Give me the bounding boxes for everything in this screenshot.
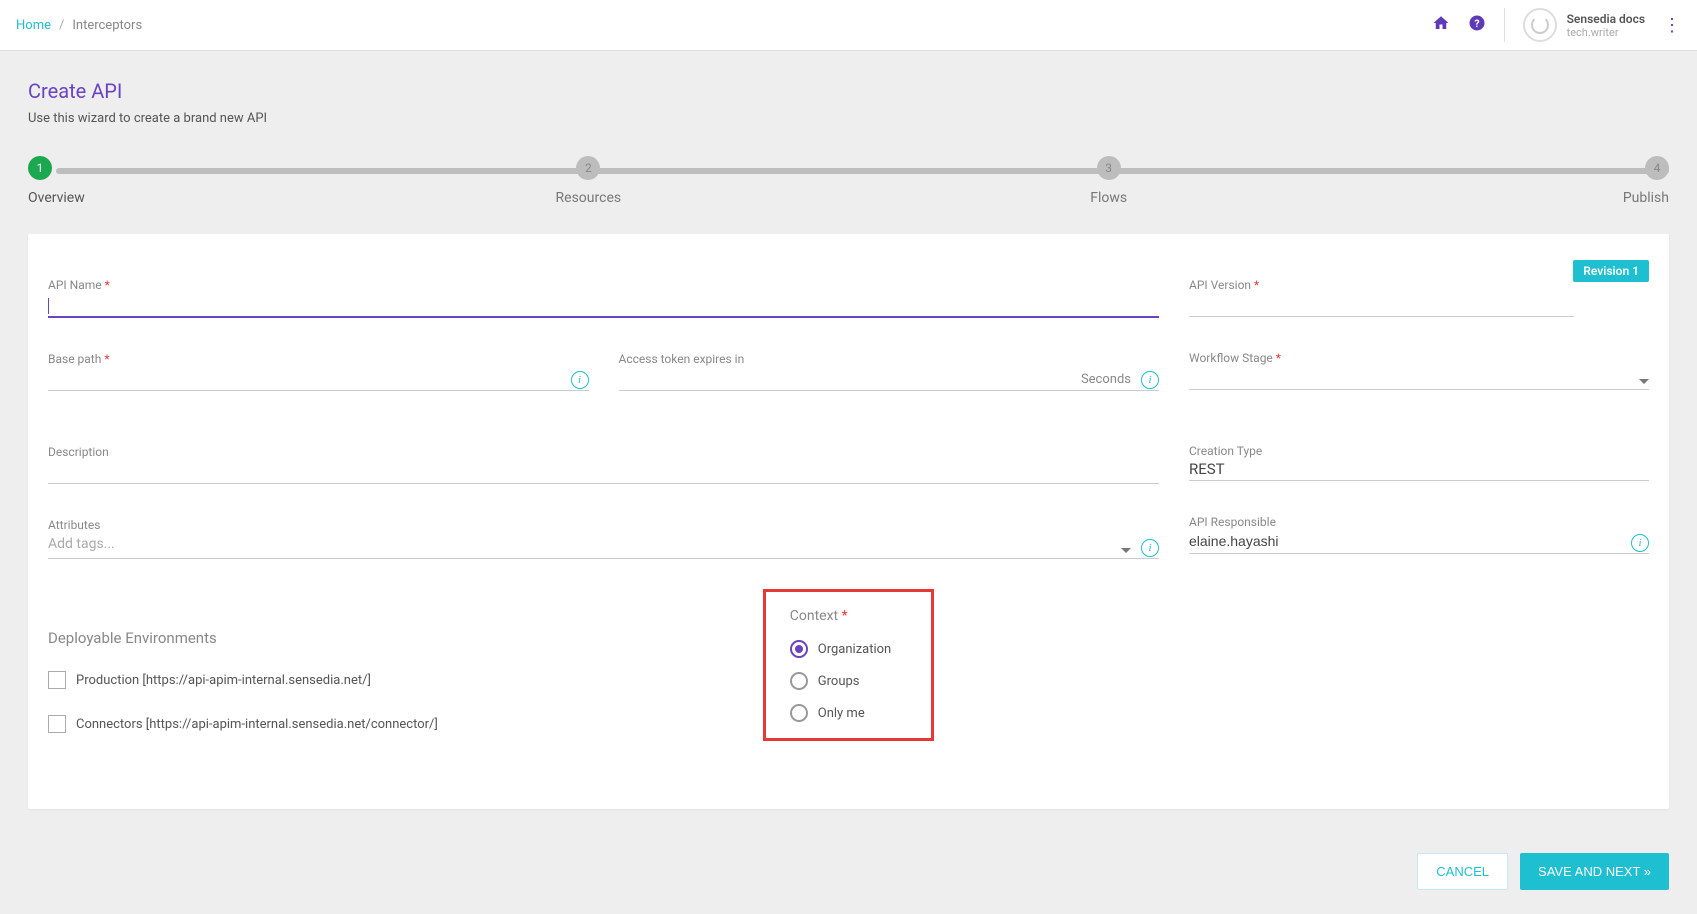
side-column: Revision 1 API Version * Workflow Stage …	[1189, 264, 1649, 579]
info-icon[interactable]: i	[571, 371, 589, 389]
field-creation-type: Creation Type REST	[1189, 430, 1649, 481]
step-circle-4: 4	[1645, 156, 1669, 180]
token-expires-unit: Seconds	[1081, 372, 1131, 387]
step-circle-1: 1	[28, 156, 52, 180]
user-box[interactable]: Sensedia docs tech.writer	[1504, 8, 1645, 42]
deployable-section: Deployable Environments Production [http…	[48, 589, 733, 759]
user-text: Sensedia docs tech.writer	[1567, 12, 1645, 39]
cancel-button[interactable]: CANCEL	[1417, 853, 1508, 890]
radio-icon	[790, 640, 808, 658]
field-attributes: Attributes Add tags... i	[48, 504, 1159, 559]
info-icon[interactable]: i	[1631, 534, 1649, 552]
label-creation-type: Creation Type	[1189, 444, 1649, 458]
info-icon[interactable]: i	[1141, 539, 1159, 557]
home-icon[interactable]	[1432, 14, 1450, 37]
step-circle-3: 3	[1097, 156, 1121, 180]
save-next-button[interactable]: SAVE AND NEXT »	[1520, 853, 1669, 890]
api-version-input[interactable]	[1189, 292, 1574, 317]
chevron-down-icon	[1639, 379, 1649, 384]
page-title: Create API	[28, 79, 1669, 103]
radio-label-1: Groups	[818, 674, 860, 689]
field-api-version: Revision 1 API Version *	[1189, 264, 1649, 317]
help-icon[interactable]: ?	[1468, 14, 1486, 37]
chevron-down-icon	[1121, 548, 1131, 553]
radio-organization[interactable]: Organization	[790, 640, 891, 658]
step-resources[interactable]: 2 Resources	[548, 156, 628, 206]
info-icon[interactable]: i	[1141, 371, 1159, 389]
field-base-path: Base path * i	[48, 338, 589, 391]
page: Create API Use this wizard to create a b…	[0, 51, 1697, 829]
user-role: tech.writer	[1567, 26, 1645, 39]
label-attributes: Attributes	[48, 518, 1159, 532]
context-heading: Context *	[790, 608, 891, 624]
field-workflow-stage: Workflow Stage *	[1189, 337, 1649, 390]
token-expires-input[interactable]	[619, 366, 1160, 391]
context-box: Context * Organization Groups Only me	[763, 589, 934, 741]
step-label-2: Resources	[556, 190, 622, 206]
breadcrumb-home[interactable]: Home	[16, 18, 51, 33]
radio-label-2: Only me	[818, 706, 865, 721]
radio-only-me[interactable]: Only me	[790, 704, 891, 722]
step-circle-2: 2	[576, 156, 600, 180]
menu-kebab-icon[interactable]: ⋮	[1663, 15, 1681, 36]
field-description: Description	[48, 431, 1159, 484]
revision-badge: Revision 1	[1573, 260, 1649, 282]
stepper: 1 Overview 2 Resources 3 Flows 4 Publish	[28, 156, 1669, 206]
env-label-0: Production [https://api-apim-internal.se…	[76, 673, 371, 688]
env-label-1: Connectors [https://api-apim-internal.se…	[76, 717, 438, 732]
field-api-responsible: API Responsible i	[1189, 501, 1649, 554]
api-responsible-input[interactable]	[1189, 529, 1649, 554]
step-label-1: Overview	[28, 190, 85, 206]
step-label-3: Flows	[1090, 190, 1127, 206]
attributes-input[interactable]: Add tags...	[48, 532, 1159, 559]
svg-text:?: ?	[1474, 16, 1479, 29]
description-input[interactable]	[48, 459, 1159, 484]
workflow-stage-select[interactable]	[1189, 365, 1649, 390]
form-card: API Name * Revision 1 API Version * Work…	[28, 234, 1669, 809]
label-description: Description	[48, 445, 1159, 459]
field-token-expires: Access token expires in Seconds i	[619, 338, 1160, 391]
env-checkbox-production[interactable]: Production [https://api-apim-internal.se…	[48, 671, 733, 689]
checkbox-icon	[48, 671, 66, 689]
step-publish[interactable]: 4 Publish	[1589, 156, 1669, 206]
label-base-path: Base path *	[48, 352, 589, 366]
label-api-name: API Name *	[48, 278, 1159, 292]
avatar	[1523, 8, 1557, 42]
base-path-input[interactable]	[48, 366, 589, 391]
radio-label-0: Organization	[818, 642, 891, 657]
radio-icon	[790, 704, 808, 722]
breadcrumb: Home / Interceptors	[16, 18, 142, 33]
step-label-4: Publish	[1623, 190, 1669, 206]
label-api-responsible: API Responsible	[1189, 515, 1649, 529]
footer-actions: CANCEL SAVE AND NEXT »	[0, 829, 1697, 914]
topbar: Home / Interceptors ? Sensedia docs tech…	[0, 0, 1697, 51]
field-api-name: API Name *	[48, 264, 1159, 318]
step-flows[interactable]: 3 Flows	[1069, 156, 1149, 206]
api-name-input[interactable]	[48, 292, 1159, 318]
page-subtitle: Use this wizard to create a brand new AP…	[28, 111, 1669, 126]
env-checkbox-connectors[interactable]: Connectors [https://api-apim-internal.se…	[48, 715, 733, 733]
radio-icon	[790, 672, 808, 690]
radio-groups[interactable]: Groups	[790, 672, 891, 690]
creation-type-value: REST	[1189, 458, 1649, 478]
label-token-expires: Access token expires in	[619, 352, 1160, 366]
breadcrumb-current: Interceptors	[72, 18, 142, 33]
topbar-right: ? Sensedia docs tech.writer ⋮	[1432, 8, 1681, 42]
breadcrumb-sep: /	[59, 18, 64, 33]
checkbox-icon	[48, 715, 66, 733]
deployable-heading: Deployable Environments	[48, 629, 733, 647]
step-overview[interactable]: 1 Overview	[28, 156, 108, 206]
label-workflow-stage: Workflow Stage *	[1189, 351, 1649, 365]
user-name: Sensedia docs	[1567, 12, 1645, 26]
